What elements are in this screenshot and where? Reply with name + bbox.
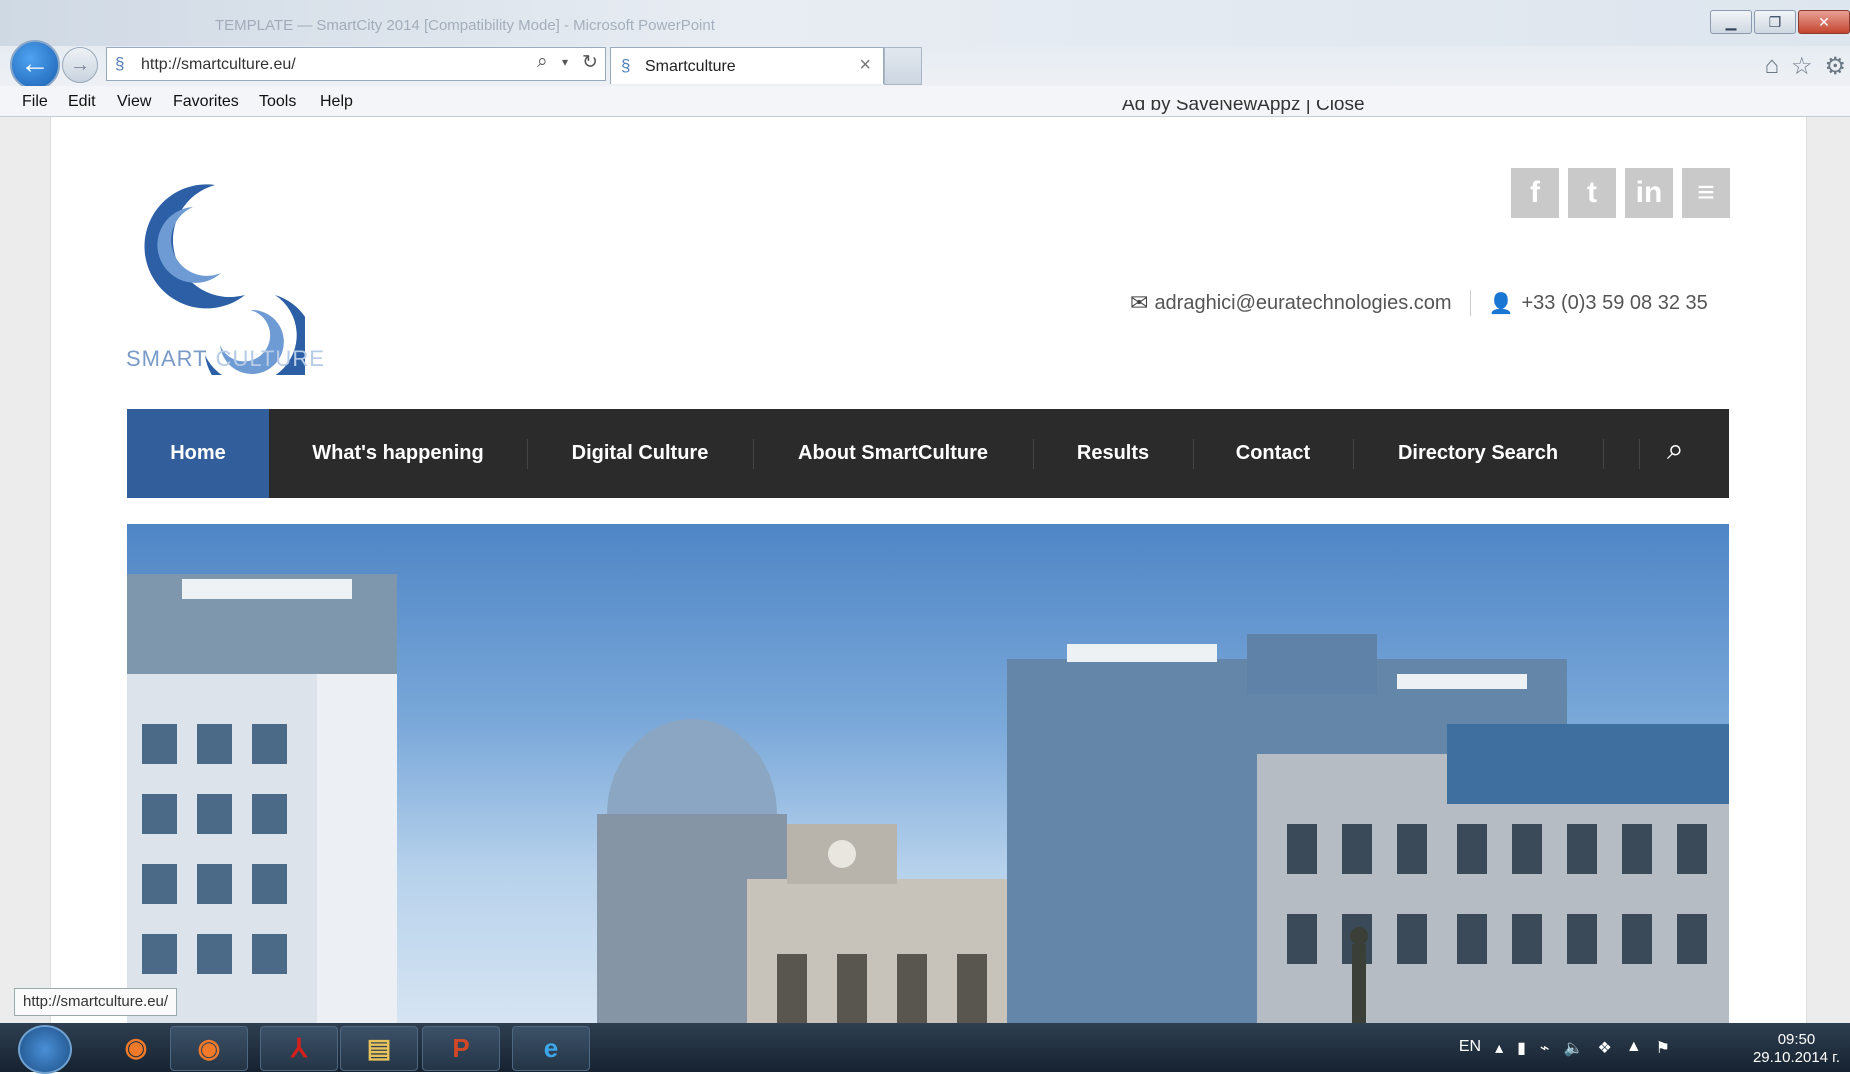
home-icon[interactable]: ⌂ bbox=[1764, 52, 1779, 81]
linkedin-icon[interactable]: in bbox=[1625, 168, 1673, 218]
volume-icon[interactable]: 🔈 bbox=[1564, 1038, 1584, 1058]
clock[interactable]: 09:50 29.10.2014 г. bbox=[1753, 1031, 1840, 1067]
smartculture-logo[interactable] bbox=[125, 165, 305, 375]
person-icon: 👤 bbox=[1488, 292, 1514, 315]
menu-bar: File Edit View Favorites Tools Help bbox=[0, 86, 1850, 117]
twitter-icon[interactable]: t bbox=[1568, 168, 1616, 218]
nav-divider bbox=[1639, 439, 1640, 469]
contact-phone: +33 (0)3 59 08 32 35 bbox=[1521, 291, 1708, 314]
firefox-icon[interactable]: ◉ bbox=[98, 1026, 174, 1069]
nav-about[interactable]: About SmartCulture bbox=[753, 409, 1033, 498]
nav-contact[interactable]: Contact bbox=[1193, 409, 1353, 498]
mail-icon: ✉ bbox=[1130, 290, 1149, 315]
tray-expand-icon[interactable]: ▴ bbox=[1495, 1038, 1503, 1058]
social-links: f t in ≡ bbox=[1511, 168, 1730, 218]
favorites-star-icon[interactable]: ☆ bbox=[1791, 52, 1813, 81]
title-bar: TEMPLATE — SmartCity 2014 [Compatibility… bbox=[0, 0, 1850, 46]
nav-divider bbox=[1603, 439, 1604, 469]
hero-buildings-illustration bbox=[127, 574, 1729, 1023]
search-icon[interactable]: ⌕ bbox=[537, 51, 548, 73]
language-indicator[interactable]: EN bbox=[1459, 1038, 1481, 1058]
menu-help[interactable]: Help bbox=[320, 93, 353, 111]
logo-word-culture: CULTURE bbox=[215, 346, 325, 371]
minimize-button[interactable]: ▁ bbox=[1710, 10, 1752, 34]
tab-favicon: § bbox=[621, 56, 631, 75]
system-tray: EN ▴ ▮ ⌁ 🔈 ❖ ▲ ⚑ bbox=[1459, 1038, 1670, 1058]
nav-whats-happening[interactable]: What's happening bbox=[269, 409, 527, 498]
clock-date: 29.10.2014 г. bbox=[1752, 1049, 1840, 1066]
window-title: TEMPLATE — SmartCity 2014 [Compatibility… bbox=[215, 17, 715, 34]
internet-explorer-icon[interactable]: e bbox=[512, 1026, 590, 1071]
nav-home[interactable]: Home bbox=[127, 409, 269, 498]
contact-email[interactable]: adraghici@euratechnologies.com bbox=[1154, 292, 1451, 315]
logo-word-smart: SMART bbox=[126, 346, 208, 371]
new-tab-button[interactable] bbox=[884, 47, 922, 85]
window-controls: ▁ ❐ ✕ bbox=[1708, 10, 1850, 34]
nav-directory-search[interactable]: Directory Search bbox=[1353, 409, 1603, 498]
start-button[interactable] bbox=[18, 1025, 72, 1074]
back-button[interactable]: ← bbox=[10, 40, 60, 90]
site-icon: § bbox=[115, 54, 125, 73]
menu-tools[interactable]: Tools bbox=[259, 93, 296, 111]
acrobat-icon[interactable]: ⅄ bbox=[260, 1026, 338, 1071]
firefox-icon[interactable]: ◉ bbox=[170, 1026, 248, 1071]
menu-favorites[interactable]: Favorites bbox=[173, 93, 239, 111]
close-button[interactable]: ✕ bbox=[1798, 10, 1850, 34]
hero-image bbox=[127, 524, 1729, 1023]
browser-toolbar-icons: ⌂ ☆ ⚙ bbox=[1764, 52, 1846, 81]
network-icon[interactable]: ▮ bbox=[1517, 1038, 1526, 1058]
status-url-tooltip: http://smartculture.eu/ bbox=[14, 988, 178, 1016]
windows-taskbar: ◉ ◉ ⅄ ▤ P e EN ▴ ▮ ⌁ 🔈 ❖ ▲ ⚑ 09:50 29.10… bbox=[0, 1023, 1850, 1074]
facebook-icon[interactable]: f bbox=[1511, 168, 1559, 218]
flag-icon[interactable]: ⚑ bbox=[1656, 1038, 1670, 1058]
nav-results[interactable]: Results bbox=[1033, 409, 1193, 498]
contact-separator bbox=[1469, 290, 1471, 316]
powerpoint-icon[interactable]: P bbox=[422, 1026, 500, 1071]
tab-close-icon[interactable]: × bbox=[859, 54, 871, 77]
dropbox-icon[interactable]: ❖ bbox=[1597, 1038, 1611, 1058]
browser-tab[interactable]: § Smartculture × bbox=[610, 47, 884, 84]
menu-edit[interactable]: Edit bbox=[68, 93, 96, 111]
file-explorer-icon[interactable]: ▤ bbox=[340, 1026, 418, 1071]
search-icon[interactable]: ⌕ bbox=[1667, 433, 1684, 467]
nav-digital-culture[interactable]: Digital Culture bbox=[527, 409, 753, 498]
newsletter-icon[interactable]: ≡ bbox=[1682, 168, 1730, 218]
dropdown-icon[interactable]: ▾ bbox=[562, 55, 568, 69]
restore-button[interactable]: ❐ bbox=[1754, 10, 1796, 34]
power-icon[interactable]: ⌁ bbox=[1540, 1038, 1550, 1058]
forward-button[interactable]: → bbox=[62, 47, 98, 83]
menu-file[interactable]: File bbox=[22, 93, 48, 111]
main-nav: Home What's happening Digital Culture Ab… bbox=[127, 409, 1729, 498]
ad-banner-text[interactable]: Ad by SaveNewAppz | Close bbox=[1122, 100, 1365, 120]
contact-info: ✉ adraghici@euratechnologies.com 👤 +33 (… bbox=[1130, 290, 1708, 316]
url-input[interactable] bbox=[139, 52, 443, 78]
drive-icon[interactable]: ▲ bbox=[1626, 1038, 1642, 1058]
menu-view[interactable]: View bbox=[117, 93, 151, 111]
tab-title: Smartculture bbox=[645, 58, 736, 75]
clock-time: 09:50 bbox=[1777, 1031, 1816, 1048]
address-bar[interactable]: § ⌕ ▾ ↻ bbox=[106, 47, 606, 81]
logo-text: SMART CULTURE bbox=[126, 346, 325, 372]
refresh-icon[interactable]: ↻ bbox=[582, 51, 598, 74]
settings-gear-icon[interactable]: ⚙ bbox=[1824, 52, 1846, 81]
